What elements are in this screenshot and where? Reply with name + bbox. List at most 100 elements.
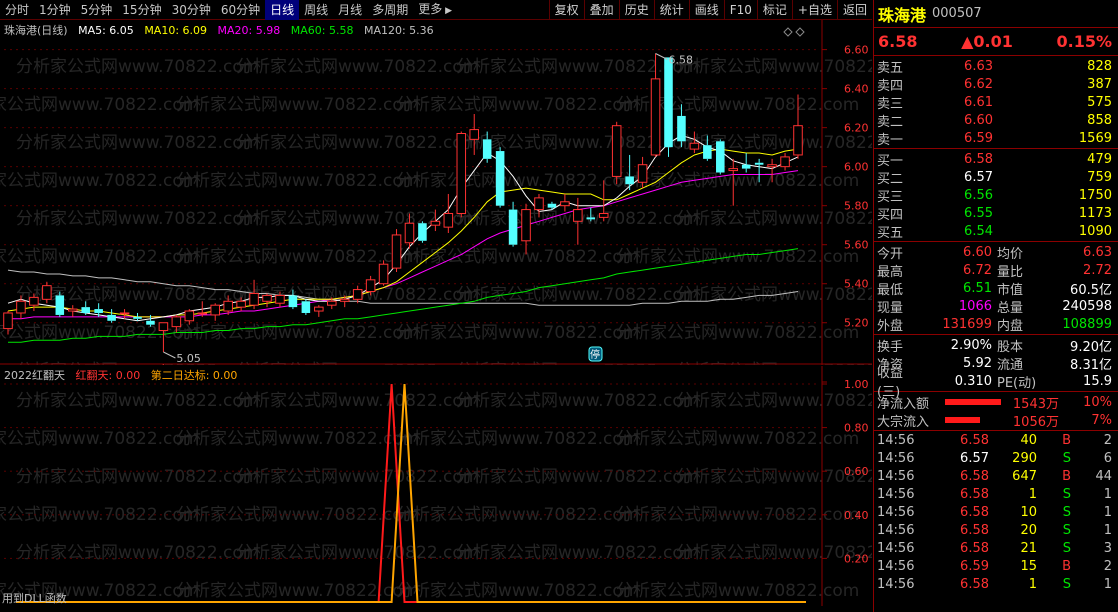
watermark-text: 分析家公式网www.70822.com [176,95,419,115]
watermark-text: 分析家公式网www.70822.com [676,467,872,487]
ask-label: 卖五 [877,60,904,76]
period-tab-3[interactable]: 15分钟 [117,0,166,20]
tick-time: 14:56 [877,541,915,557]
watermark-text: 分析家公式网www.70822.com [396,171,639,191]
watermark-text: 分析家公式网www.70822.com [0,95,199,115]
stat-value: 0.310 [954,373,992,389]
bid-book: 买一 6.58 479 买二 6.57 759 买三 6.56 1750 买四 6.55 1173 买五… [874,149,1118,242]
tick-time: 14:56 [877,504,915,520]
period-tab-0[interactable]: 分时 [0,0,34,20]
candle [611,121,622,185]
ask-row: 卖五 6.63 828 [874,57,1118,76]
bid-price: 6.58 [964,151,993,167]
tick-price: 6.58 [960,504,989,520]
watermark-text: 分析家公式网www.70822.com [676,391,872,411]
watermark-text: 分析家公式网www.70822.com [676,543,872,563]
toolbar-button-0[interactable]: 复权 [548,0,584,20]
bid-label: 买三 [877,189,904,205]
toolbar-button-label: 标记 [762,2,787,17]
tick-row: 14:56 6.58 40 B 2 [874,431,1118,449]
ask-price: 6.59 [964,130,993,146]
tick-price: 6.58 [960,577,989,593]
tick-volume: 10 [1020,504,1037,520]
period-tab-10[interactable]: 更多 ▶ [413,0,457,21]
indicator-chart[interactable]: 分析家公式网www.70822.com 分析家公式网www.70822.com 分析… [0,366,919,606]
toolbar-button-7[interactable]: +自选 [791,0,837,20]
toolbar-buttons: 复权 叠加 历史 统计 画线 F10 标记 +自选 返回 [548,0,872,20]
stock-period-label: 珠海港(日线) [4,24,68,37]
ask-price: 6.63 [964,58,993,74]
stat-label: PE(动) [997,375,1037,391]
candle [741,153,751,173]
toolbar-button-3[interactable]: 统计 [653,0,689,20]
tick-time: 14:56 [877,450,915,466]
ask-volume: 828 [1087,58,1112,74]
period-tab-label: 60分钟 [220,2,261,17]
watermark-text: 分析家公式网www.70822.com [396,581,639,601]
chart-control-icon[interactable] [783,27,793,37]
fund-flow: 净流入额 1543万 10% 大宗流入 1056万 7% [874,392,1118,431]
toolbar-button-2[interactable]: 历史 [618,0,654,20]
bid-volume: 1173 [1078,205,1112,221]
watermark-text: 分析家公式网www.70822.com [396,247,639,267]
toolbar-button-1[interactable]: 叠加 [583,0,619,20]
ask-volume: 575 [1087,94,1112,110]
stat-value: 6.63 [1083,244,1112,260]
tick-volume: 1 [1028,486,1037,502]
period-tab-1[interactable]: 1分钟 [34,0,76,20]
ask-volume: 858 [1087,112,1112,128]
bid-volume: 479 [1087,151,1112,167]
watermark-text: 分析家公式网www.70822.com [16,543,259,563]
svg-text:停: 停 [590,348,600,361]
watermark-text: 分析家公式网www.70822.com [616,323,859,343]
toolbar-button-5[interactable]: F10 [723,0,757,20]
period-tab-4[interactable]: 30分钟 [167,0,216,20]
bid-volume: 759 [1087,169,1112,185]
bid-volume: 1750 [1078,187,1112,203]
period-tab-2[interactable]: 5分钟 [76,0,118,20]
toolbar-button-8[interactable]: 返回 [836,0,872,20]
last-price: 6.58 [878,32,918,51]
bid-label: 买四 [877,207,904,223]
tick-count: 6 [1103,450,1112,466]
stat-row: 外盘 131699 内盘 108899 [874,315,1118,334]
period-tab-9[interactable]: 多周期 [367,0,413,20]
indicator-name: 2022红翻天 [4,369,65,382]
kline-chart[interactable]: 分析家公式网www.70822.com 分析家公式网www.70822.com 分析… [0,20,919,381]
watermark-text: 分析家公式网www.70822.com [456,467,699,487]
tick-time: 14:56 [877,468,915,484]
price-row: 6.58 ▲0.01 0.15% [874,28,1118,56]
tick-time: 14:56 [877,486,915,502]
period-tab-7[interactable]: 周线 [299,0,333,20]
candle [301,299,311,315]
watermark-text: 分析家公式网www.70822.com [676,209,872,229]
y-tick-label: 6.40 [844,83,869,96]
quote-panel: 珠海港 000507 6.58 ▲0.01 0.15% 卖五 6.63 828 卖四 6… [873,0,1118,612]
period-tab-8[interactable]: 月线 [333,0,367,20]
watermark-text: 分析家公式网www.70822.com [236,133,479,153]
stat-label: 流通 [997,357,1024,373]
stat-value: 1066 [958,298,992,314]
period-tab-5[interactable]: 60分钟 [216,0,265,20]
tick-count: 1 [1103,577,1112,593]
watermark-text: 分析家公式网www.70822.com [0,323,199,343]
stat-value: 60.5亿 [1070,282,1112,298]
period-tab-6[interactable]: 日线 [265,0,300,20]
watermark-text: 分析家公式网www.70822.com [676,57,872,77]
stat-label: 股本 [997,339,1024,355]
candle [210,303,220,321]
chart-control-icon[interactable] [795,27,805,37]
candle [67,305,78,317]
ask-price: 6.61 [964,94,993,110]
watermark-text: 分析家公式网www.70822.com [16,133,259,153]
toolbar-button-6[interactable]: 标记 [756,0,792,20]
tick-count: 1 [1103,523,1112,539]
bid-row: 买二 6.57 759 [874,168,1118,187]
stat-value: 6.51 [963,280,992,296]
ask-row: 卖四 6.62 387 [874,75,1118,94]
stat-value: 2.72 [1083,262,1112,278]
tick-volume: 290 [1012,450,1037,466]
ask-label: 卖三 [877,96,904,112]
toolbar-button-4[interactable]: 画线 [688,0,724,20]
stock-code: 000507 [932,6,982,21]
